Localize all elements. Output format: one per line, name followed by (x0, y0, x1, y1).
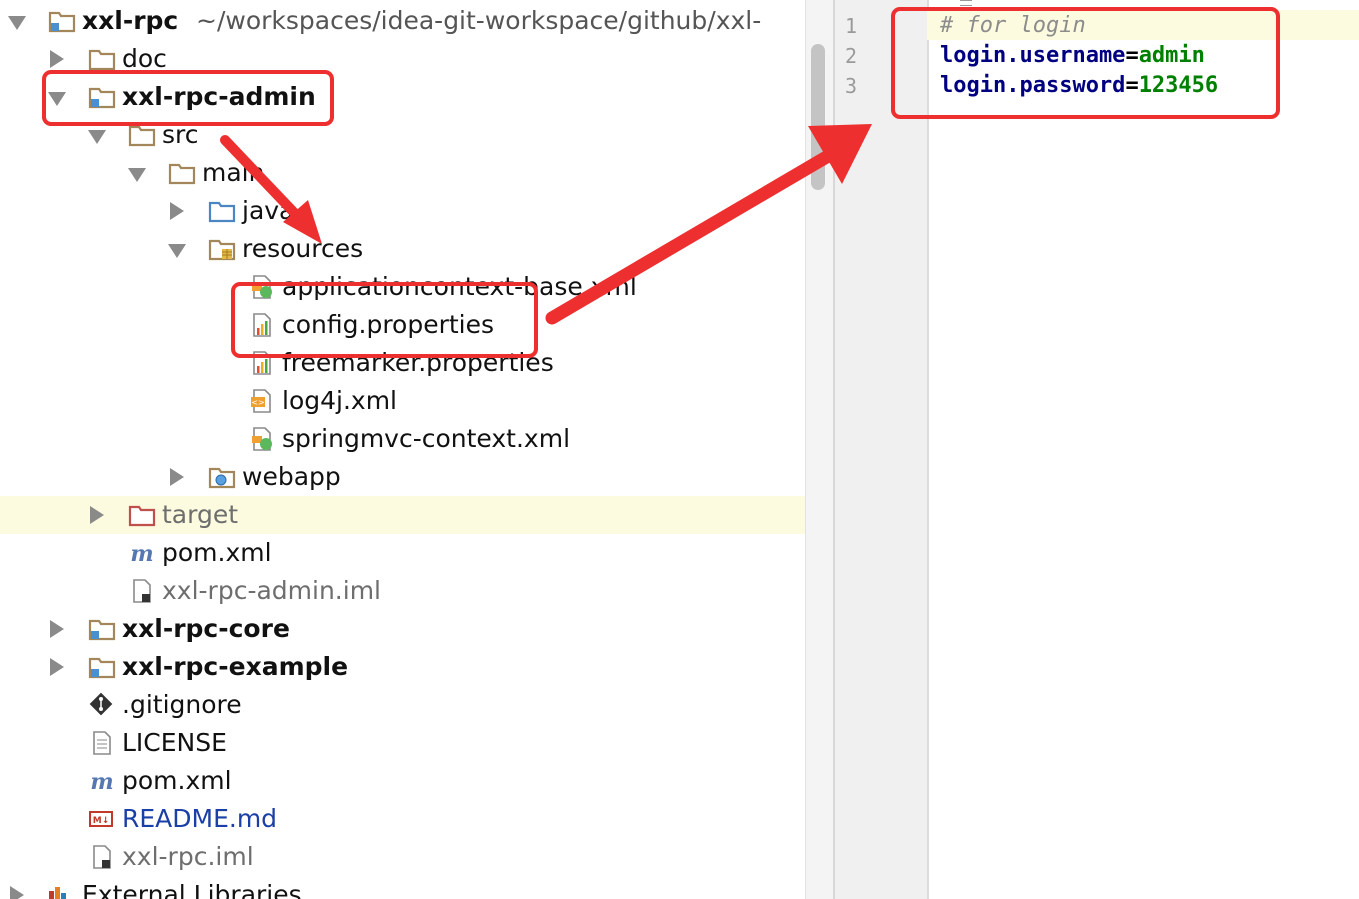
code-editor[interactable]: 1 2 3 # for login login.username=admin l… (833, 0, 1359, 899)
web-folder-icon (208, 465, 236, 489)
line-number: 2 (845, 44, 858, 68)
line-number: 1 (845, 14, 858, 38)
markdown-icon (88, 807, 116, 831)
tree-item-label: LICENSE (122, 728, 227, 757)
folder-icon (128, 123, 156, 147)
tree-item-label: xxl-rpc-admin.iml (162, 576, 381, 605)
tree-item-label: xxl-rpc-core (122, 614, 290, 643)
tree-item-label: .gitignore (122, 690, 242, 719)
tree-row-xxl-rpc-example[interactable]: xxl-rpc-example (0, 648, 805, 686)
collapse-arrow-icon[interactable] (170, 468, 184, 486)
tree-item-label: External Libraries (82, 880, 302, 899)
tree-item-label: webapp (242, 462, 341, 491)
collapse-arrow-icon[interactable] (10, 886, 24, 899)
tree-row-gitignore[interactable]: .gitignore (0, 686, 805, 724)
project-tree: xxl-rpc ~/workspaces/idea-git-workspace/… (0, 0, 805, 899)
tree-item-label: resources (242, 234, 364, 263)
annotation-box-admin-module (42, 70, 334, 126)
module-folder-icon (48, 9, 76, 33)
tree-row-target[interactable]: target (0, 496, 805, 534)
tree-row-root-pom[interactable]: pom.xml (0, 762, 805, 800)
resources-folder-icon (208, 237, 236, 261)
tree-row-resources[interactable]: resources (0, 230, 805, 268)
iml-file-icon (128, 579, 156, 603)
tree-row-main[interactable]: main (0, 154, 805, 192)
line-number-gutter: 1 2 3 (835, 0, 929, 899)
annotation-box-config-file (231, 282, 538, 358)
tree-row-admin-pom[interactable]: pom.xml (0, 534, 805, 572)
expand-arrow-icon[interactable] (168, 244, 186, 258)
tree-row-root-iml[interactable]: xxl-rpc.iml (0, 838, 805, 876)
collapse-arrow-icon[interactable] (50, 50, 64, 68)
gitignore-icon (88, 693, 116, 717)
tree-row-xxl-rpc-core[interactable]: xxl-rpc-core (0, 610, 805, 648)
tree-row-project-root[interactable]: xxl-rpc ~/workspaces/idea-git-workspace/… (0, 2, 805, 40)
tree-scrollbar-thumb[interactable] (811, 44, 825, 190)
tree-row-admin-iml[interactable]: xxl-rpc-admin.iml (0, 572, 805, 610)
folder-icon (88, 47, 116, 71)
tree-item-label: main (202, 158, 265, 187)
module-folder-icon (88, 655, 116, 679)
maven-icon (88, 769, 116, 793)
line-number: 3 (845, 74, 858, 98)
source-folder-icon (208, 199, 236, 223)
folder-icon (168, 161, 196, 185)
expand-arrow-icon[interactable] (88, 130, 106, 144)
tree-row-log4j[interactable]: log4j.xml (0, 382, 805, 420)
tree-item-label: java (242, 196, 295, 225)
collapse-arrow-icon[interactable] (50, 658, 64, 676)
excluded-folder-icon (128, 503, 156, 527)
xml-file-icon (248, 389, 276, 413)
tree-row-java[interactable]: java (0, 192, 805, 230)
tree-item-label: xxl-rpc-example (122, 652, 349, 681)
tree-item-label: xxl-rpc.iml (122, 842, 254, 871)
library-icon (46, 883, 74, 899)
tree-item-label: README.md (122, 804, 278, 833)
collapse-arrow-icon[interactable] (170, 202, 184, 220)
tree-item-label: springmvc-context.xml (282, 424, 571, 453)
tree-row-webapp[interactable]: webapp (0, 458, 805, 496)
tree-row-license[interactable]: LICENSE (0, 724, 805, 762)
expand-arrow-icon[interactable] (8, 16, 26, 30)
tree-row-readme[interactable]: README.md (0, 800, 805, 838)
maven-icon (128, 541, 156, 565)
iml-file-icon (88, 845, 116, 869)
annotation-box-login-config (891, 7, 1280, 119)
editor-resize-grip[interactable] (960, 0, 972, 6)
tree-row-springmvc-context[interactable]: springmvc-context.xml (0, 420, 805, 458)
text-file-icon (88, 731, 116, 755)
tree-item-label: target (162, 500, 239, 529)
tree-item-label: log4j.xml (282, 386, 398, 415)
project-path: ~/workspaces/idea-git-workspace/github/x… (196, 6, 762, 35)
collapse-arrow-icon[interactable] (50, 620, 64, 638)
tree-item-label: pom.xml (122, 766, 232, 795)
expand-arrow-icon[interactable] (128, 168, 146, 182)
tree-row-external-libraries[interactable]: External Libraries (0, 876, 805, 899)
module-folder-icon (88, 617, 116, 641)
project-name: xxl-rpc (82, 6, 179, 35)
spring-xml-icon (248, 427, 276, 451)
collapse-arrow-icon[interactable] (90, 506, 104, 524)
tree-item-label: pom.xml (162, 538, 272, 567)
